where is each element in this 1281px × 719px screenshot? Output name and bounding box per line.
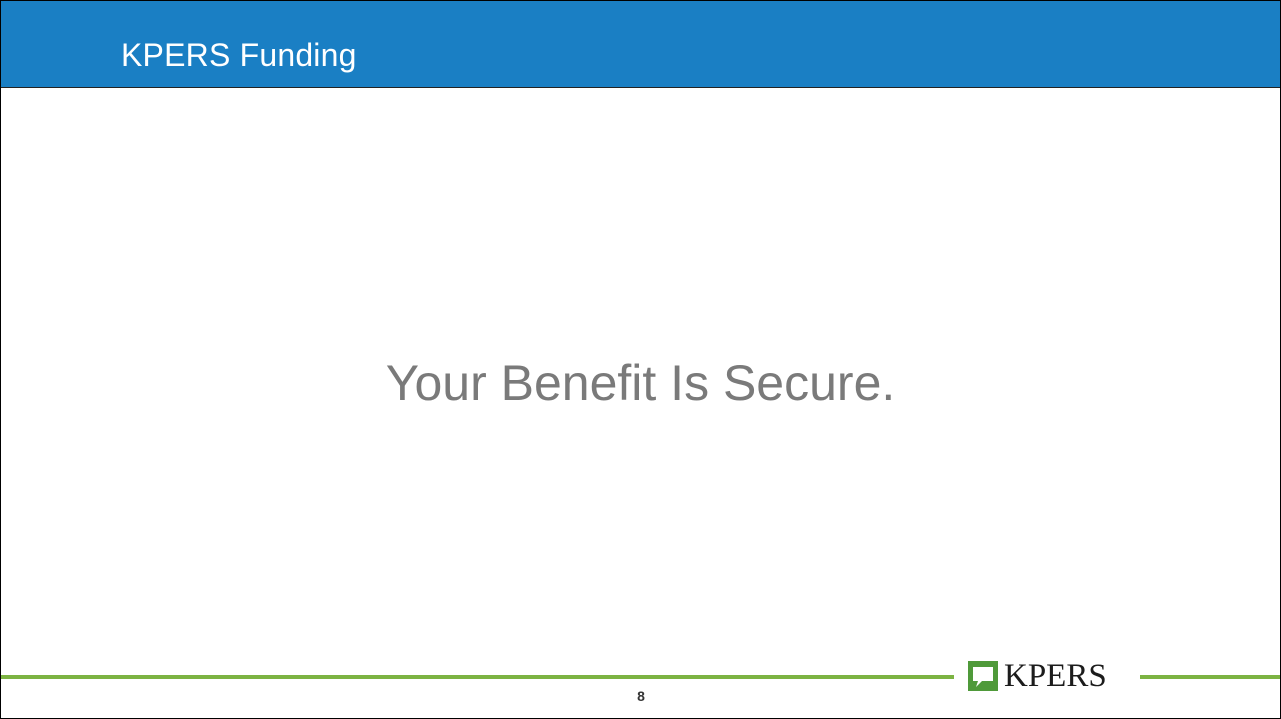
- page-number: 8: [637, 688, 645, 704]
- footer-divider-left: [1, 675, 954, 679]
- speech-bubble-icon: [968, 661, 998, 691]
- logo-text: KPERS: [1004, 658, 1107, 694]
- slide: KPERS Funding Your Benefit Is Secure. KP…: [0, 0, 1281, 719]
- slide-title: KPERS Funding: [121, 37, 357, 73]
- kpers-logo: KPERS: [968, 657, 1132, 695]
- footer-divider-right: [1140, 675, 1280, 679]
- header-bar: KPERS Funding: [1, 1, 1280, 88]
- main-statement: Your Benefit Is Secure.: [385, 355, 896, 411]
